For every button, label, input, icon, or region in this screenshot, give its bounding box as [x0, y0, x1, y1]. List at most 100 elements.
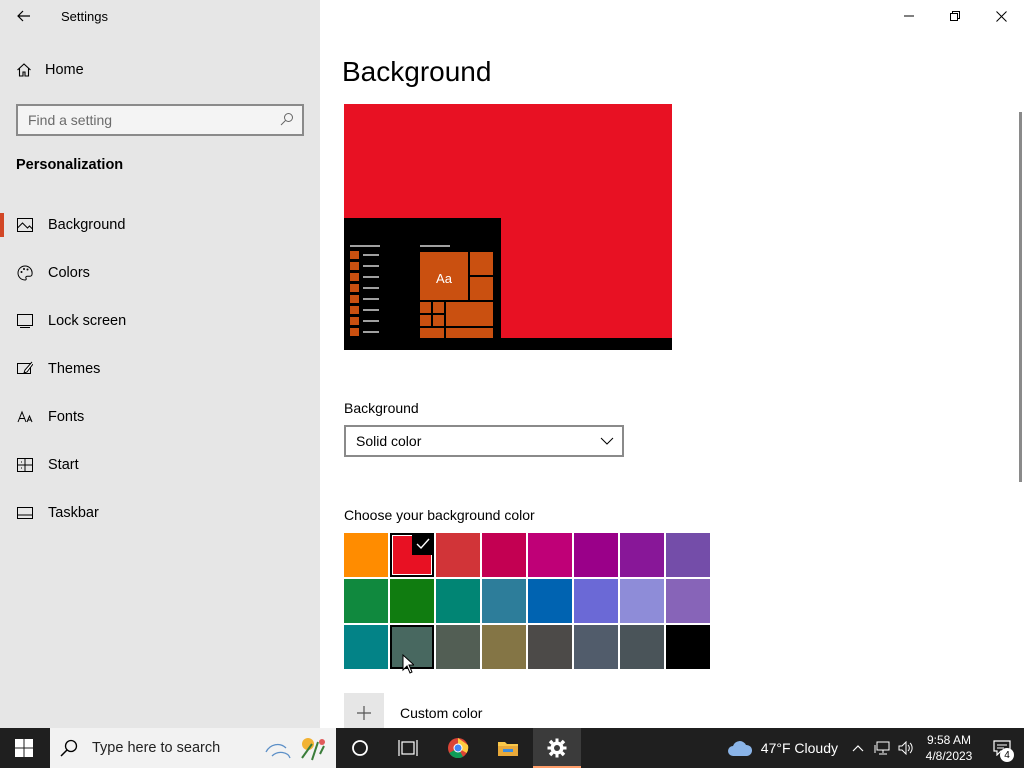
color-swatch[interactable]	[482, 579, 526, 623]
notification-count-badge: 4	[1000, 748, 1014, 762]
color-swatch[interactable]	[436, 625, 480, 669]
cortana-circle-icon	[352, 740, 368, 756]
picture-icon	[17, 217, 33, 233]
color-swatch[interactable]	[482, 625, 526, 669]
color-swatch[interactable]	[528, 579, 572, 623]
file-explorer-button[interactable]	[484, 728, 532, 768]
action-center-button[interactable]: 4	[980, 728, 1024, 768]
preview-start-menu-graphic: Aa	[350, 245, 493, 340]
choose-color-label: Choose your background color	[344, 507, 535, 523]
custom-color-label: Custom color	[400, 705, 483, 721]
search-icon	[280, 113, 293, 126]
page-title: Background	[342, 56, 492, 87]
windows-logo-icon	[15, 739, 33, 757]
volume-button[interactable]	[894, 741, 918, 755]
weather-widget[interactable]: 47°F Cloudy	[719, 739, 846, 757]
mouse-pointer-icon	[402, 654, 414, 674]
find-setting-box[interactable]	[16, 104, 304, 136]
network-icon	[874, 741, 890, 755]
color-swatch[interactable]	[666, 579, 710, 623]
sidebar-item-label: Background	[48, 217, 126, 233]
taskbar-search-placeholder: Type here to search	[92, 740, 221, 756]
back-button[interactable]	[10, 4, 38, 28]
custom-color-button[interactable]: Custom color	[344, 693, 482, 733]
color-swatch[interactable]	[574, 579, 618, 623]
sidebar-item-label: Fonts	[48, 409, 85, 425]
section-heading: Personalization	[16, 157, 124, 173]
chrome-icon	[448, 738, 469, 759]
scrollbar[interactable]	[1019, 112, 1022, 482]
color-swatch[interactable]	[344, 533, 388, 577]
sidebar-item-background[interactable]: Background	[0, 205, 320, 245]
start-button[interactable]	[0, 728, 48, 768]
color-swatch[interactable]	[344, 625, 388, 669]
find-setting-input[interactable]	[28, 112, 268, 128]
cloud-icon	[727, 741, 752, 756]
chevron-up-icon	[852, 745, 864, 752]
sidebar-item-start[interactable]: Start	[0, 445, 320, 485]
speaker-icon	[898, 741, 913, 755]
brush-icon	[17, 361, 33, 377]
sidebar: Settings Home Personalization Background…	[0, 0, 320, 728]
chrome-button[interactable]	[434, 728, 482, 768]
color-swatch-selected[interactable]	[390, 533, 434, 577]
sidebar-item-colors[interactable]: Colors	[0, 253, 320, 293]
color-swatch[interactable]	[574, 625, 618, 669]
preview-tile-text: Aa	[436, 271, 453, 286]
sidebar-item-label: Themes	[48, 361, 101, 377]
back-arrow-icon	[17, 10, 30, 22]
network-button[interactable]	[870, 741, 894, 755]
background-type-dropdown[interactable]: Solid color	[344, 425, 624, 457]
show-hidden-icons-button[interactable]	[846, 744, 870, 752]
sidebar-item-label: Colors	[48, 265, 90, 281]
task-view-icon	[398, 740, 418, 756]
color-swatch[interactable]	[666, 533, 710, 577]
color-swatch[interactable]	[528, 625, 572, 669]
preview-taskbar	[344, 338, 672, 350]
sidebar-item-label: Lock screen	[48, 313, 127, 329]
color-swatch[interactable]	[666, 625, 710, 669]
home-icon	[17, 63, 31, 77]
color-swatch[interactable]	[436, 533, 480, 577]
search-highlight-doodle-icon	[265, 738, 325, 761]
preview-start-menu: Aa	[344, 218, 501, 350]
taskbar-search-box[interactable]: Type here to search	[50, 728, 336, 768]
settings-taskbar-button[interactable]	[533, 728, 581, 768]
sidebar-item-label: Taskbar	[48, 505, 99, 521]
restore-button[interactable]	[932, 0, 978, 32]
cortana-button[interactable]	[336, 728, 384, 768]
clock-date: 4/8/2023	[925, 749, 973, 763]
clock[interactable]: 9:58 AM 4/8/2023	[918, 732, 980, 764]
color-swatch[interactable]	[482, 533, 526, 577]
start-icon	[17, 457, 33, 473]
color-swatch[interactable]	[436, 579, 480, 623]
sidebar-item-label: Start	[48, 457, 79, 473]
sidebar-item-themes[interactable]: Themes	[0, 349, 320, 389]
color-swatch[interactable]	[390, 579, 434, 623]
minimize-icon	[904, 15, 914, 17]
color-swatch-grid	[344, 533, 710, 669]
lock-screen-icon	[17, 313, 33, 329]
color-swatch[interactable]	[344, 579, 388, 623]
sidebar-item-fonts[interactable]: Fonts	[0, 397, 320, 437]
home-label: Home	[45, 62, 84, 78]
windows-taskbar: Type here to search 47°F Cloudy 9:58 AM …	[0, 728, 1024, 768]
folder-icon	[498, 742, 518, 756]
system-tray: 47°F Cloudy 9:58 AM 4/8/2023 4	[719, 728, 1024, 768]
color-swatch[interactable]	[620, 533, 664, 577]
sidebar-item-lock-screen[interactable]: Lock screen	[0, 301, 320, 341]
color-swatch[interactable]	[620, 625, 664, 669]
color-swatch[interactable]	[620, 579, 664, 623]
sidebar-item-taskbar[interactable]: Taskbar	[0, 493, 320, 533]
minimize-button[interactable]	[886, 0, 932, 32]
gear-icon	[547, 738, 567, 758]
chevron-down-icon	[600, 437, 614, 445]
task-view-button[interactable]	[384, 728, 432, 768]
color-swatch[interactable]	[574, 533, 618, 577]
taskbar-icon	[17, 505, 33, 521]
palette-icon	[17, 265, 33, 281]
plus-icon	[344, 693, 384, 733]
home-link[interactable]: Home	[16, 62, 84, 78]
close-button[interactable]	[978, 0, 1024, 32]
color-swatch[interactable]	[528, 533, 572, 577]
